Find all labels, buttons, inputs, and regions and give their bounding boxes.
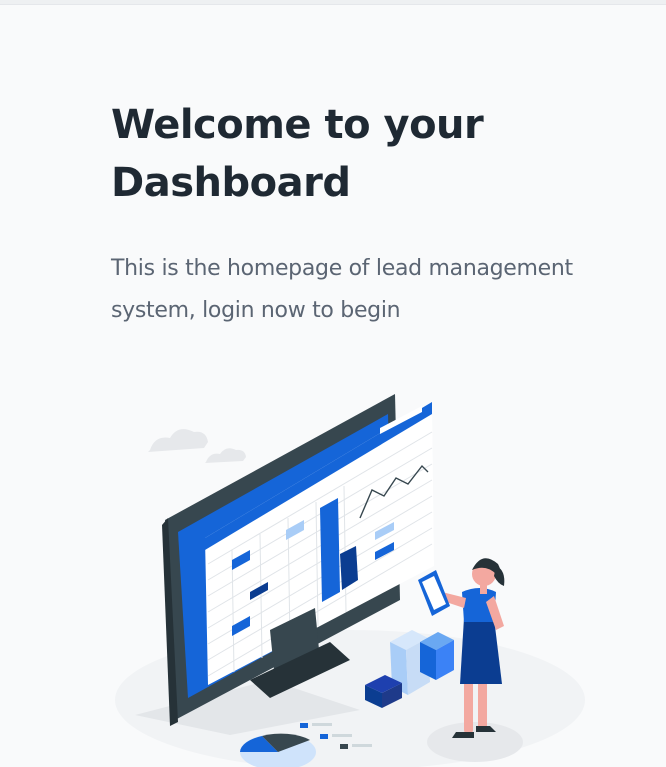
- cloud-icon: [205, 448, 246, 463]
- dashboard-illustration-icon: [115, 394, 585, 767]
- page-subtitle: This is the homepage of lead management …: [111, 256, 573, 323]
- column-highlight: [320, 498, 340, 602]
- cloud-icon: [148, 429, 208, 452]
- landing-page: Welcome to your Dashboard This is the ho…: [0, 0, 666, 767]
- figure-shadow: [427, 722, 523, 762]
- page-title: Welcome to your Dashboard: [111, 102, 484, 206]
- top-divider: [0, 0, 666, 5]
